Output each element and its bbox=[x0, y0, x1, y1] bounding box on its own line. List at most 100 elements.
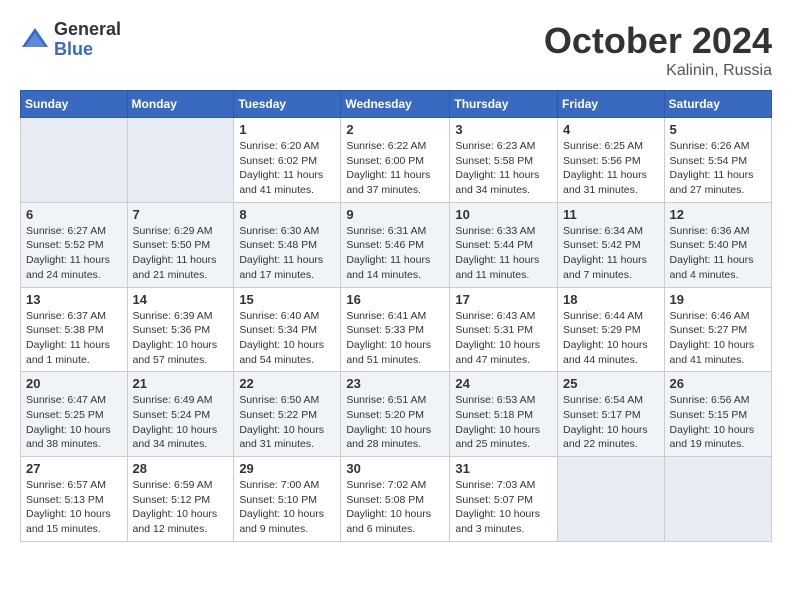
day-number: 23 bbox=[346, 376, 444, 391]
week-row-5: 27 Sunrise: 6:57 AMSunset: 5:13 PMDayligh… bbox=[21, 457, 772, 542]
day-info: Sunrise: 6:26 AMSunset: 5:54 PMDaylight:… bbox=[670, 139, 766, 198]
day-info: Sunrise: 6:20 AMSunset: 6:02 PMDaylight:… bbox=[239, 139, 335, 198]
title-block: October 2024 Kalinin, Russia bbox=[544, 20, 772, 80]
day-cell: 6 Sunrise: 6:27 AMSunset: 5:52 PMDaylight… bbox=[21, 202, 128, 287]
day-number: 18 bbox=[563, 292, 659, 307]
day-cell: 10 Sunrise: 6:33 AMSunset: 5:44 PMDayligh… bbox=[450, 202, 558, 287]
day-number: 20 bbox=[26, 376, 122, 391]
weekday-header-wednesday: Wednesday bbox=[341, 91, 450, 118]
day-number: 31 bbox=[455, 461, 552, 476]
day-info: Sunrise: 7:00 AMSunset: 5:10 PMDaylight:… bbox=[239, 478, 335, 537]
day-cell: 13 Sunrise: 6:37 AMSunset: 5:38 PMDayligh… bbox=[21, 287, 128, 372]
logo: General Blue bbox=[20, 20, 121, 60]
day-number: 28 bbox=[133, 461, 229, 476]
day-cell: 8Sunrise: 6:30 AMSunset: 5:48 PMDaylight… bbox=[234, 202, 341, 287]
day-cell: 19Sunrise: 6:46 AMSunset: 5:27 PMDayligh… bbox=[664, 287, 771, 372]
day-cell: 24 Sunrise: 6:53 AMSunset: 5:18 PMDayligh… bbox=[450, 372, 558, 457]
location: Kalinin, Russia bbox=[544, 62, 772, 80]
day-info: Sunrise: 6:47 AMSunset: 5:25 PMDaylight:… bbox=[26, 393, 122, 452]
day-cell bbox=[127, 118, 234, 203]
day-cell: 31Sunrise: 7:03 AMSunset: 5:07 PMDayligh… bbox=[450, 457, 558, 542]
day-info: Sunrise: 6:43 AMSunset: 5:31 PMDaylight:… bbox=[455, 309, 552, 368]
day-info: Sunrise: 6:57 AMSunset: 5:13 PMDaylight:… bbox=[26, 478, 122, 537]
day-cell: 7Sunrise: 6:29 AMSunset: 5:50 PMDaylight… bbox=[127, 202, 234, 287]
day-cell: 28 Sunrise: 6:59 AMSunset: 5:12 PMDayligh… bbox=[127, 457, 234, 542]
week-row-1: 1 Sunrise: 6:20 AMSunset: 6:02 PMDaylight… bbox=[21, 118, 772, 203]
day-info: Sunrise: 6:22 AMSunset: 6:00 PMDaylight:… bbox=[346, 139, 444, 198]
week-row-2: 6 Sunrise: 6:27 AMSunset: 5:52 PMDaylight… bbox=[21, 202, 772, 287]
day-cell: 21 Sunrise: 6:49 AMSunset: 5:24 PMDayligh… bbox=[127, 372, 234, 457]
day-cell: 22 Sunrise: 6:50 AMSunset: 5:22 PMDayligh… bbox=[234, 372, 341, 457]
day-cell: 5 Sunrise: 6:26 AMSunset: 5:54 PMDaylight… bbox=[664, 118, 771, 203]
day-info: Sunrise: 6:23 AMSunset: 5:58 PMDaylight:… bbox=[455, 139, 552, 198]
day-info: Sunrise: 6:33 AMSunset: 5:44 PMDaylight:… bbox=[455, 224, 552, 283]
weekday-header-thursday: Thursday bbox=[450, 91, 558, 118]
month-title: October 2024 bbox=[544, 20, 772, 62]
day-cell: 12Sunrise: 6:36 AMSunset: 5:40 PMDayligh… bbox=[664, 202, 771, 287]
day-info: Sunrise: 6:40 AMSunset: 5:34 PMDaylight:… bbox=[239, 309, 335, 368]
logo-icon bbox=[20, 25, 50, 55]
day-info: Sunrise: 6:53 AMSunset: 5:18 PMDaylight:… bbox=[455, 393, 552, 452]
weekday-header-saturday: Saturday bbox=[664, 91, 771, 118]
day-info: Sunrise: 6:30 AMSunset: 5:48 PMDaylight:… bbox=[239, 224, 335, 283]
day-number: 13 bbox=[26, 292, 122, 307]
day-number: 14 bbox=[133, 292, 229, 307]
day-number: 11 bbox=[563, 207, 659, 222]
day-number: 2 bbox=[346, 122, 444, 137]
day-number: 27 bbox=[26, 461, 122, 476]
day-info: Sunrise: 6:34 AMSunset: 5:42 PMDaylight:… bbox=[563, 224, 659, 283]
day-number: 19 bbox=[670, 292, 766, 307]
day-number: 26 bbox=[670, 376, 766, 391]
day-info: Sunrise: 7:02 AMSunset: 5:08 PMDaylight:… bbox=[346, 478, 444, 537]
day-cell: 3 Sunrise: 6:23 AMSunset: 5:58 PMDaylight… bbox=[450, 118, 558, 203]
day-number: 15 bbox=[239, 292, 335, 307]
day-cell: 26 Sunrise: 6:56 AMSunset: 5:15 PMDayligh… bbox=[664, 372, 771, 457]
day-cell: 27 Sunrise: 6:57 AMSunset: 5:13 PMDayligh… bbox=[21, 457, 128, 542]
page-header: General Blue October 2024 Kalinin, Russi… bbox=[20, 20, 772, 80]
day-info: Sunrise: 6:41 AMSunset: 5:33 PMDaylight:… bbox=[346, 309, 444, 368]
day-info: Sunrise: 6:31 AMSunset: 5:46 PMDaylight:… bbox=[346, 224, 444, 283]
day-info: Sunrise: 6:36 AMSunset: 5:40 PMDaylight:… bbox=[670, 224, 766, 283]
day-number: 24 bbox=[455, 376, 552, 391]
weekday-header-monday: Monday bbox=[127, 91, 234, 118]
day-cell bbox=[558, 457, 665, 542]
day-cell: 11 Sunrise: 6:34 AMSunset: 5:42 PMDayligh… bbox=[558, 202, 665, 287]
day-number: 22 bbox=[239, 376, 335, 391]
day-cell bbox=[664, 457, 771, 542]
day-cell: 29 Sunrise: 7:00 AMSunset: 5:10 PMDayligh… bbox=[234, 457, 341, 542]
day-number: 10 bbox=[455, 207, 552, 222]
calendar-table: SundayMondayTuesdayWednesdayThursdayFrid… bbox=[20, 90, 772, 542]
day-cell: 20 Sunrise: 6:47 AMSunset: 5:25 PMDayligh… bbox=[21, 372, 128, 457]
day-info: Sunrise: 6:51 AMSunset: 5:20 PMDaylight:… bbox=[346, 393, 444, 452]
logo-text: General Blue bbox=[54, 20, 121, 60]
weekday-header-sunday: Sunday bbox=[21, 91, 128, 118]
day-info: Sunrise: 6:49 AMSunset: 5:24 PMDaylight:… bbox=[133, 393, 229, 452]
day-cell: 14Sunrise: 6:39 AMSunset: 5:36 PMDayligh… bbox=[127, 287, 234, 372]
day-number: 1 bbox=[239, 122, 335, 137]
day-cell: 23 Sunrise: 6:51 AMSunset: 5:20 PMDayligh… bbox=[341, 372, 450, 457]
day-cell: 16 Sunrise: 6:41 AMSunset: 5:33 PMDayligh… bbox=[341, 287, 450, 372]
day-info: Sunrise: 6:29 AMSunset: 5:50 PMDaylight:… bbox=[133, 224, 229, 283]
day-number: 30 bbox=[346, 461, 444, 476]
day-number: 3 bbox=[455, 122, 552, 137]
weekday-header-row: SundayMondayTuesdayWednesdayThursdayFrid… bbox=[21, 91, 772, 118]
day-cell bbox=[21, 118, 128, 203]
day-cell: 1 Sunrise: 6:20 AMSunset: 6:02 PMDaylight… bbox=[234, 118, 341, 203]
day-number: 5 bbox=[670, 122, 766, 137]
day-info: Sunrise: 6:37 AMSunset: 5:38 PMDaylight:… bbox=[26, 309, 122, 368]
day-info: Sunrise: 6:54 AMSunset: 5:17 PMDaylight:… bbox=[563, 393, 659, 452]
day-cell: 15 Sunrise: 6:40 AMSunset: 5:34 PMDayligh… bbox=[234, 287, 341, 372]
day-number: 21 bbox=[133, 376, 229, 391]
day-number: 29 bbox=[239, 461, 335, 476]
weekday-header-friday: Friday bbox=[558, 91, 665, 118]
day-info: Sunrise: 6:56 AMSunset: 5:15 PMDaylight:… bbox=[670, 393, 766, 452]
day-number: 25 bbox=[563, 376, 659, 391]
day-info: Sunrise: 6:59 AMSunset: 5:12 PMDaylight:… bbox=[133, 478, 229, 537]
day-number: 16 bbox=[346, 292, 444, 307]
day-cell: 17Sunrise: 6:43 AMSunset: 5:31 PMDayligh… bbox=[450, 287, 558, 372]
day-number: 6 bbox=[26, 207, 122, 222]
day-info: Sunrise: 6:50 AMSunset: 5:22 PMDaylight:… bbox=[239, 393, 335, 452]
weekday-header-tuesday: Tuesday bbox=[234, 91, 341, 118]
day-info: Sunrise: 6:27 AMSunset: 5:52 PMDaylight:… bbox=[26, 224, 122, 283]
day-cell: 4Sunrise: 6:25 AMSunset: 5:56 PMDaylight… bbox=[558, 118, 665, 203]
